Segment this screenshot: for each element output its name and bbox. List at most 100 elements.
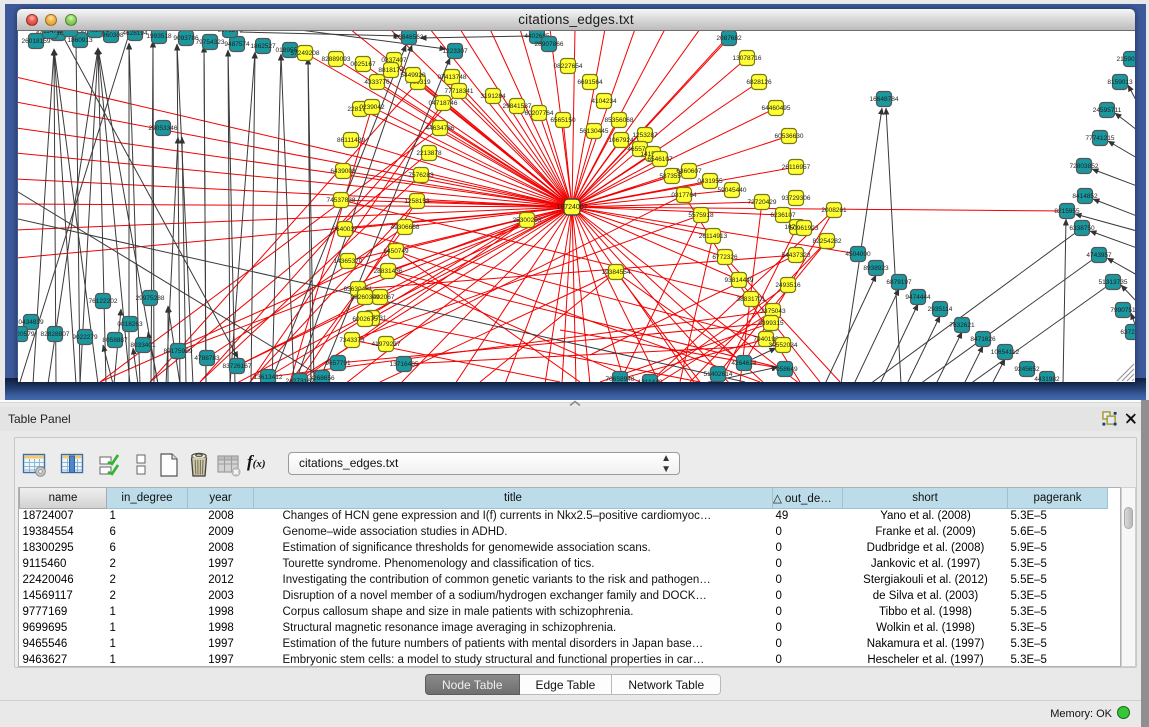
svg-text:09260309: 09260309 <box>351 294 380 301</box>
svg-text:0640037: 0640037 <box>332 226 358 233</box>
svg-text:7990751: 7990751 <box>1110 307 1135 314</box>
svg-text:9474444: 9474444 <box>905 294 931 301</box>
svg-text:77741215: 77741215 <box>1086 135 1115 142</box>
svg-text:6546107: 6546107 <box>647 156 673 163</box>
svg-text:08227654: 08227654 <box>554 63 583 70</box>
svg-text:7632621: 7632621 <box>949 322 975 329</box>
svg-text:28907866: 28907866 <box>535 41 564 48</box>
svg-text:6879197: 6879197 <box>886 279 912 286</box>
svg-text:2087682: 2087682 <box>716 35 742 42</box>
svg-text:60536630: 60536630 <box>775 133 804 140</box>
svg-text:8058887: 8058887 <box>102 337 128 344</box>
svg-text:4264628: 4264628 <box>731 360 757 367</box>
svg-text:70658948: 70658948 <box>606 376 635 382</box>
svg-text:74537838: 74537838 <box>327 197 356 204</box>
svg-text:2008261: 2008261 <box>821 207 847 214</box>
svg-text:54437323: 54437323 <box>782 252 811 259</box>
svg-text:51313735: 51313735 <box>1099 279 1128 286</box>
svg-text:5575918: 5575918 <box>688 212 714 219</box>
svg-text:6002675: 6002675 <box>352 316 378 323</box>
svg-text:14365370: 14365370 <box>334 258 363 265</box>
svg-text:13613412: 13613412 <box>254 374 283 381</box>
svg-text:6565150: 6565150 <box>550 117 576 124</box>
svg-text:13078716: 13078716 <box>733 55 762 62</box>
svg-text:44634786: 44634786 <box>426 125 455 132</box>
svg-text:7343373: 7343373 <box>339 337 365 344</box>
svg-text:0399315: 0399315 <box>758 320 784 327</box>
svg-text:51402614: 51402614 <box>704 371 733 378</box>
svg-text:9487574: 9487574 <box>224 41 250 48</box>
svg-text:30552034: 30552034 <box>769 342 798 349</box>
svg-text:59045440: 59045440 <box>718 187 747 194</box>
svg-text:82889093: 82889093 <box>322 56 351 63</box>
svg-text:26116957: 26116957 <box>782 164 811 171</box>
svg-text:6450749: 6450749 <box>383 248 409 255</box>
svg-text:8159013: 8159013 <box>1107 79 1133 86</box>
svg-text:82254282: 82254282 <box>813 238 842 245</box>
svg-text:38831701: 38831701 <box>737 296 766 303</box>
svg-text:6671276: 6671276 <box>217 31 243 34</box>
svg-text:93814449: 93814449 <box>725 277 754 284</box>
svg-text:64460495: 64460495 <box>762 105 791 112</box>
svg-text:3268656: 3268656 <box>309 375 335 382</box>
svg-text:29053346: 29053346 <box>149 125 178 132</box>
svg-text:1862527: 1862527 <box>250 43 276 50</box>
svg-text:21590109: 21590109 <box>1117 56 1135 63</box>
svg-text:76122202: 76122202 <box>89 298 118 305</box>
svg-text:25300203: 25300203 <box>513 217 542 224</box>
svg-text:0431955: 0431955 <box>697 178 723 185</box>
svg-text:0025167: 0025167 <box>350 61 376 68</box>
svg-text:6338750: 6338750 <box>1069 225 1095 232</box>
svg-text:26846563: 26846563 <box>395 34 424 41</box>
svg-text:3191284: 3191284 <box>480 93 506 100</box>
svg-text:82828807: 82828807 <box>41 331 70 338</box>
svg-text:6372651: 6372651 <box>1120 329 1135 336</box>
svg-text:24595711: 24595711 <box>1093 107 1122 114</box>
svg-text:1993518: 1993518 <box>146 33 172 40</box>
svg-text:1223307: 1223307 <box>442 48 468 55</box>
svg-text:9657791: 9657791 <box>325 360 351 367</box>
svg-text:7576283: 7576283 <box>408 172 434 179</box>
svg-text:1258153: 1258153 <box>404 198 430 205</box>
svg-text:18724007: 18724007 <box>556 204 587 211</box>
svg-text:41979237: 41979237 <box>372 341 401 348</box>
svg-text:48620579: 48620579 <box>18 331 35 338</box>
svg-text:8033401: 8033401 <box>130 342 156 349</box>
svg-text:93729306: 93729306 <box>782 195 811 202</box>
svg-text:0239042: 0239042 <box>359 104 385 111</box>
svg-text:07413748: 07413748 <box>438 74 467 81</box>
svg-text:7058649: 7058649 <box>772 366 798 373</box>
svg-text:4788783: 4788783 <box>194 355 220 362</box>
svg-text:8414852: 8414852 <box>1072 193 1098 200</box>
svg-text:60207764: 60207764 <box>525 110 554 117</box>
svg-text:8471626: 8471626 <box>970 336 996 343</box>
svg-text:9245652: 9245652 <box>1014 366 1040 373</box>
svg-text:72803852: 72803852 <box>1070 163 1099 170</box>
svg-text:6772326: 6772326 <box>712 254 738 261</box>
svg-text:10654112: 10654112 <box>991 349 1020 356</box>
svg-text:83726167: 83726167 <box>223 363 252 370</box>
svg-text:97465075: 97465075 <box>81 31 110 34</box>
svg-text:0434839: 0434839 <box>18 319 44 326</box>
svg-text:6360607: 6360607 <box>676 168 702 175</box>
svg-text:86111489: 86111489 <box>337 137 365 144</box>
svg-text:6691564: 6691564 <box>577 79 603 86</box>
svg-text:79754323: 79754323 <box>196 39 225 46</box>
svg-text:49306668: 49306668 <box>391 224 420 231</box>
svg-text:50961923: 50961923 <box>790 225 819 232</box>
svg-text:29841537: 29841537 <box>503 103 532 110</box>
svg-text:5449920: 5449920 <box>400 72 426 79</box>
svg-text:1067924: 1067924 <box>608 137 634 144</box>
svg-text:2935114: 2935114 <box>928 306 953 313</box>
svg-text:8938923: 8938923 <box>863 265 889 272</box>
svg-text:04718746: 04718746 <box>429 100 458 107</box>
svg-text:13716485: 13716485 <box>390 361 419 368</box>
svg-text:56130445: 56130445 <box>580 128 609 135</box>
svg-text:2213878: 2213878 <box>416 150 442 157</box>
svg-text:72720429: 72720429 <box>748 199 777 206</box>
svg-text:16648784: 16648784 <box>870 96 899 103</box>
svg-text:6828126: 6828126 <box>746 79 772 86</box>
svg-text:4743957: 4743957 <box>1086 252 1112 259</box>
svg-text:7375043: 7375043 <box>760 308 786 315</box>
svg-text:6439008: 6439008 <box>330 168 356 175</box>
